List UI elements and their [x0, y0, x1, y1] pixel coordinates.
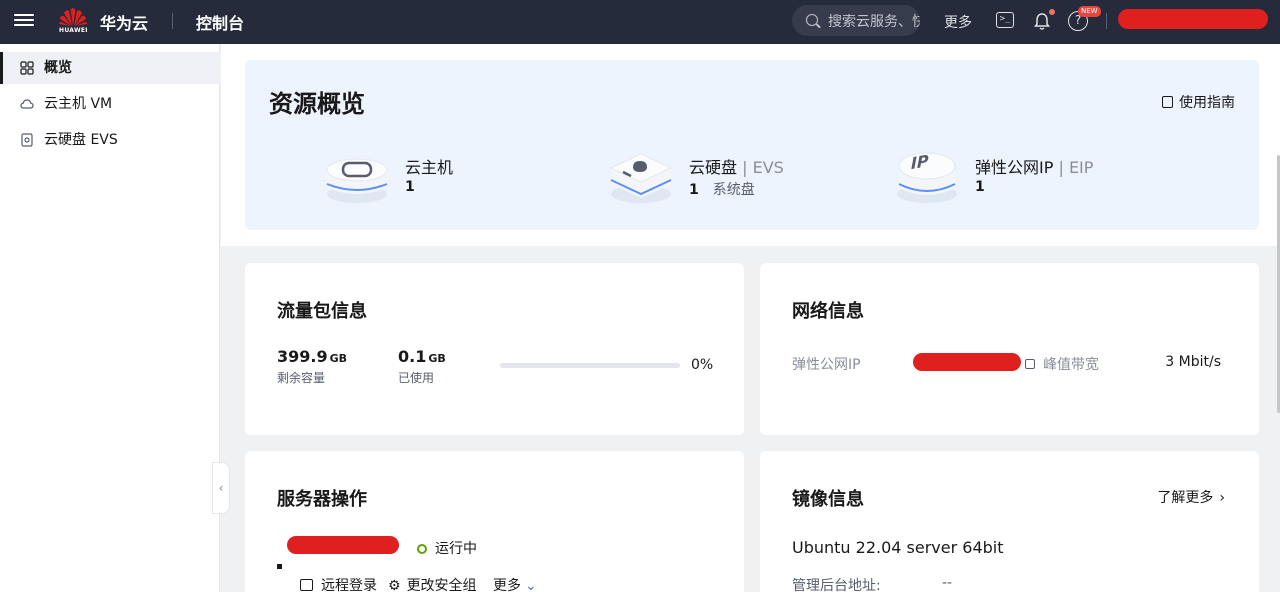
ip-illustration-icon: IP — [897, 151, 957, 203]
sidebar-item-vm[interactable]: 云主机 VM — [0, 88, 220, 120]
resource-name: 云主机 — [405, 158, 454, 177]
resource-label: 云主机 — [405, 154, 453, 178]
image-info-card: 镜像信息 了解更多 › Ubuntu 22.04 server 64bit 管理后… — [760, 451, 1259, 592]
admin-address-value: -- — [942, 575, 953, 591]
redacted-account-name[interactable] — [1118, 9, 1268, 29]
resource-label: 云硬盘 | EVS — [689, 154, 784, 178]
more-actions-label: 更多 — [493, 578, 521, 592]
card-title: 流量包信息 — [277, 301, 367, 322]
resource-overview-panel: 资源概览 使用指南 云主机 1 云硬盘 | EVS 1 系统盘 IP 弹性公网I… — [245, 60, 1259, 230]
server-operations-card: 服务器操作 运行中 远程登录 ⚙ 更改安全组 更多 ⌄ — [245, 451, 744, 592]
more-actions-dropdown[interactable]: 更多 ⌄ — [493, 575, 537, 592]
resource-name: 弹性公网IP — [975, 158, 1054, 177]
remote-login-label: 远程登录 — [321, 578, 377, 592]
resource-abbrev: | EIP — [1053, 158, 1094, 177]
eip-label: 弹性公网IP — [792, 357, 861, 373]
new-badge: NEW — [1078, 6, 1101, 17]
resource-vm[interactable]: 云主机 1 — [325, 148, 525, 208]
change-security-group-label: 更改安全组 — [406, 578, 477, 592]
svg-text:IP: IP — [911, 151, 929, 173]
used-unit: GB — [428, 352, 446, 365]
notification-bell-icon[interactable] — [1032, 9, 1055, 31]
user-guide-link[interactable]: 使用指南 — [1162, 92, 1235, 112]
server-status: 运行中 — [417, 538, 477, 558]
more-menu-button[interactable]: 更多 — [944, 12, 972, 32]
card-title: 网络信息 — [792, 301, 864, 322]
sidebar-item-overview[interactable]: 概览 — [0, 52, 220, 84]
logo-wordmark: HUAWEI — [59, 27, 88, 34]
wrench-icon: ⚙ — [388, 578, 401, 592]
status-running-icon — [417, 544, 427, 554]
resource-eip[interactable]: IP 弹性公网IP | EIP 1 — [895, 148, 1135, 208]
change-security-group-button[interactable]: ⚙ 更改安全组 — [388, 575, 477, 592]
resource-count: 1 — [975, 179, 985, 195]
bandwidth-label: 峰值带宽 — [1043, 357, 1099, 373]
chevron-down-icon: ⌄ — [525, 578, 537, 592]
redacted-server-name[interactable] — [287, 536, 399, 554]
learn-more-label: 了解更多 — [1157, 490, 1214, 506]
sidebar-item-evs[interactable]: 云硬盘 EVS — [0, 124, 220, 156]
search-icon — [806, 14, 818, 26]
redacted-ip-address — [913, 353, 1021, 371]
search-placeholder: 搜索云服务、快 — [828, 14, 920, 30]
resource-count: 1 — [689, 182, 699, 198]
sidebar-item-label: 概览 — [44, 60, 72, 76]
used-label: 已使用 — [398, 371, 435, 385]
traffic-package-card: 流量包信息 399.9 GB 剩余容量 0.1 GB 已使用 0% — [245, 263, 744, 435]
sidebar-item-label: 云主机 VM — [44, 96, 113, 112]
cloud-shell-terminal-icon[interactable]: >_ — [996, 12, 1014, 28]
disk-icon — [21, 133, 33, 147]
remaining-capacity-label: 剩余容量 — [277, 371, 326, 385]
grid-icon — [20, 61, 34, 75]
page-title: 资源概览 — [269, 90, 365, 118]
global-search-input[interactable]: 搜索云服务、快 — [792, 5, 920, 36]
monitor-icon — [300, 579, 313, 591]
chevron-right-icon: › — [1219, 490, 1225, 506]
user-guide-label: 使用指南 — [1179, 95, 1235, 111]
divider — [172, 13, 173, 29]
remaining-unit: GB — [329, 352, 348, 365]
copy-icon[interactable] — [1025, 359, 1035, 369]
hamburger-menu-icon[interactable] — [14, 11, 34, 31]
top-navigation-bar: HUAWEI 华为云 控制台 搜索云服务、快 更多 >_ ? NEW — [0, 0, 1280, 44]
remaining-number: 399.9 — [277, 347, 328, 366]
remote-login-button[interactable]: 远程登录 — [300, 575, 377, 592]
sidebar: 概览 云主机 VM 云硬盘 EVS — [0, 44, 220, 592]
resource-count-row: 1 系统盘 — [689, 179, 755, 199]
bullet-marker — [277, 564, 282, 569]
usage-percent: 0% — [691, 357, 714, 373]
card-title: 服务器操作 — [277, 489, 367, 510]
disk-illustration-icon — [609, 153, 673, 203]
used-number: 0.1 — [398, 347, 427, 366]
brand-name[interactable]: 华为云 — [100, 10, 148, 34]
admin-address-label: 管理后台地址: — [792, 578, 881, 592]
status-text: 运行中 — [435, 541, 477, 557]
bandwidth-value: 3 Mbit/s — [1165, 354, 1221, 370]
divider — [1106, 13, 1107, 29]
server-illustration-icon — [326, 158, 388, 203]
console-link[interactable]: 控制台 — [196, 10, 244, 34]
cloud-icon — [20, 99, 34, 109]
used-value: 0.1 GB — [398, 347, 446, 366]
resource-abbrev: | EVS — [737, 158, 784, 177]
network-info-card: 网络信息 弹性公网IP 峰值带宽 3 Mbit/s — [760, 263, 1259, 435]
remaining-capacity-value: 399.9 GB — [277, 347, 347, 366]
resource-count: 1 — [405, 179, 415, 195]
sidebar-collapse-handle[interactable]: ‹ — [212, 462, 230, 514]
card-title: 镜像信息 — [792, 489, 864, 510]
image-os-name: Ubuntu 22.04 server 64bit — [792, 538, 1004, 557]
usage-progress-bar — [500, 363, 680, 368]
resource-detail: 系统盘 — [712, 182, 755, 198]
sidebar-item-label: 云硬盘 EVS — [44, 132, 118, 148]
document-icon — [1162, 96, 1173, 108]
resource-label: 弹性公网IP | EIP — [975, 154, 1093, 178]
notification-dot — [1049, 9, 1055, 15]
learn-more-link[interactable]: 了解更多 › — [1157, 487, 1225, 507]
resource-name: 云硬盘 — [689, 158, 738, 177]
resource-evs[interactable]: 云硬盘 | EVS 1 系统盘 — [609, 148, 829, 208]
